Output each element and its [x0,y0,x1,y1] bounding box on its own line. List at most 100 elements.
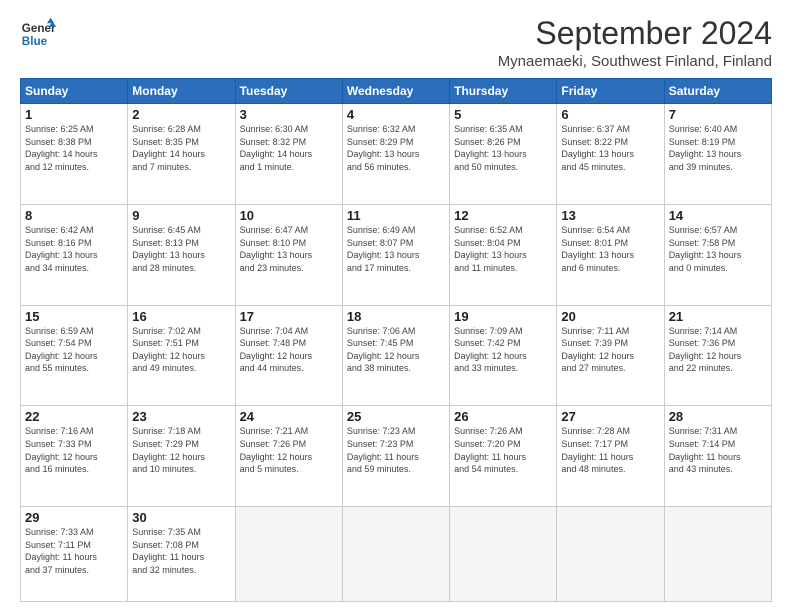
table-row: 19Sunrise: 7:09 AM Sunset: 7:42 PM Dayli… [450,305,557,406]
svg-text:Blue: Blue [22,35,48,48]
day-info: Sunrise: 7:23 AM Sunset: 7:23 PM Dayligh… [347,425,445,475]
day-number: 26 [454,409,552,424]
day-info: Sunrise: 7:09 AM Sunset: 7:42 PM Dayligh… [454,325,552,375]
day-number: 21 [669,309,767,324]
day-info: Sunrise: 6:25 AM Sunset: 8:38 PM Dayligh… [25,123,123,173]
day-info: Sunrise: 6:30 AM Sunset: 8:32 PM Dayligh… [240,123,338,173]
table-row: 13Sunrise: 6:54 AM Sunset: 8:01 PM Dayli… [557,204,664,305]
day-number: 2 [132,107,230,122]
day-number: 15 [25,309,123,324]
logo-icon: General Blue [20,16,56,52]
table-row [450,507,557,602]
day-number: 14 [669,208,767,223]
day-number: 6 [561,107,659,122]
main-title: September 2024 [498,16,772,51]
table-row: 9Sunrise: 6:45 AM Sunset: 8:13 PM Daylig… [128,204,235,305]
day-number: 11 [347,208,445,223]
day-number: 24 [240,409,338,424]
col-thursday: Thursday [450,79,557,104]
day-info: Sunrise: 7:26 AM Sunset: 7:20 PM Dayligh… [454,425,552,475]
col-sunday: Sunday [21,79,128,104]
table-row: 12Sunrise: 6:52 AM Sunset: 8:04 PM Dayli… [450,204,557,305]
table-row: 30Sunrise: 7:35 AM Sunset: 7:08 PM Dayli… [128,507,235,602]
day-info: Sunrise: 7:14 AM Sunset: 7:36 PM Dayligh… [669,325,767,375]
day-info: Sunrise: 6:59 AM Sunset: 7:54 PM Dayligh… [25,325,123,375]
day-number: 29 [25,510,123,525]
day-info: Sunrise: 7:16 AM Sunset: 7:33 PM Dayligh… [25,425,123,475]
table-row: 28Sunrise: 7:31 AM Sunset: 7:14 PM Dayli… [664,406,771,507]
table-row: 3Sunrise: 6:30 AM Sunset: 8:32 PM Daylig… [235,104,342,205]
table-row: 6Sunrise: 6:37 AM Sunset: 8:22 PM Daylig… [557,104,664,205]
table-row: 11Sunrise: 6:49 AM Sunset: 8:07 PM Dayli… [342,204,449,305]
day-number: 13 [561,208,659,223]
day-info: Sunrise: 7:33 AM Sunset: 7:11 PM Dayligh… [25,526,123,576]
day-info: Sunrise: 6:35 AM Sunset: 8:26 PM Dayligh… [454,123,552,173]
day-info: Sunrise: 6:37 AM Sunset: 8:22 PM Dayligh… [561,123,659,173]
day-info: Sunrise: 7:02 AM Sunset: 7:51 PM Dayligh… [132,325,230,375]
day-info: Sunrise: 6:57 AM Sunset: 7:58 PM Dayligh… [669,224,767,274]
table-row: 27Sunrise: 7:28 AM Sunset: 7:17 PM Dayli… [557,406,664,507]
day-info: Sunrise: 6:32 AM Sunset: 8:29 PM Dayligh… [347,123,445,173]
calendar-week-row: 8Sunrise: 6:42 AM Sunset: 8:16 PM Daylig… [21,204,772,305]
day-number: 18 [347,309,445,324]
day-number: 20 [561,309,659,324]
table-row: 17Sunrise: 7:04 AM Sunset: 7:48 PM Dayli… [235,305,342,406]
day-number: 10 [240,208,338,223]
day-number: 25 [347,409,445,424]
day-info: Sunrise: 7:11 AM Sunset: 7:39 PM Dayligh… [561,325,659,375]
day-info: Sunrise: 7:31 AM Sunset: 7:14 PM Dayligh… [669,425,767,475]
table-row [235,507,342,602]
logo: General Blue [20,16,56,52]
table-row: 20Sunrise: 7:11 AM Sunset: 7:39 PM Dayli… [557,305,664,406]
day-info: Sunrise: 6:45 AM Sunset: 8:13 PM Dayligh… [132,224,230,274]
day-number: 23 [132,409,230,424]
day-info: Sunrise: 7:21 AM Sunset: 7:26 PM Dayligh… [240,425,338,475]
table-row: 16Sunrise: 7:02 AM Sunset: 7:51 PM Dayli… [128,305,235,406]
calendar-week-row: 29Sunrise: 7:33 AM Sunset: 7:11 PM Dayli… [21,507,772,602]
col-wednesday: Wednesday [342,79,449,104]
col-monday: Monday [128,79,235,104]
day-info: Sunrise: 6:54 AM Sunset: 8:01 PM Dayligh… [561,224,659,274]
day-number: 5 [454,107,552,122]
table-row [664,507,771,602]
table-row: 26Sunrise: 7:26 AM Sunset: 7:20 PM Dayli… [450,406,557,507]
col-saturday: Saturday [664,79,771,104]
day-info: Sunrise: 6:47 AM Sunset: 8:10 PM Dayligh… [240,224,338,274]
day-info: Sunrise: 7:06 AM Sunset: 7:45 PM Dayligh… [347,325,445,375]
table-row: 4Sunrise: 6:32 AM Sunset: 8:29 PM Daylig… [342,104,449,205]
table-row: 2Sunrise: 6:28 AM Sunset: 8:35 PM Daylig… [128,104,235,205]
table-row: 10Sunrise: 6:47 AM Sunset: 8:10 PM Dayli… [235,204,342,305]
calendar-week-row: 22Sunrise: 7:16 AM Sunset: 7:33 PM Dayli… [21,406,772,507]
table-row: 5Sunrise: 6:35 AM Sunset: 8:26 PM Daylig… [450,104,557,205]
subtitle: Mynaemaeki, Southwest Finland, Finland [498,53,772,70]
table-row: 14Sunrise: 6:57 AM Sunset: 7:58 PM Dayli… [664,204,771,305]
day-number: 8 [25,208,123,223]
day-number: 3 [240,107,338,122]
day-number: 28 [669,409,767,424]
day-info: Sunrise: 7:04 AM Sunset: 7:48 PM Dayligh… [240,325,338,375]
day-number: 4 [347,107,445,122]
day-info: Sunrise: 6:42 AM Sunset: 8:16 PM Dayligh… [25,224,123,274]
table-row: 29Sunrise: 7:33 AM Sunset: 7:11 PM Dayli… [21,507,128,602]
day-info: Sunrise: 7:28 AM Sunset: 7:17 PM Dayligh… [561,425,659,475]
day-info: Sunrise: 6:52 AM Sunset: 8:04 PM Dayligh… [454,224,552,274]
title-block: September 2024 Mynaemaeki, Southwest Fin… [498,16,772,70]
day-number: 16 [132,309,230,324]
table-row: 15Sunrise: 6:59 AM Sunset: 7:54 PM Dayli… [21,305,128,406]
day-info: Sunrise: 6:40 AM Sunset: 8:19 PM Dayligh… [669,123,767,173]
table-row: 24Sunrise: 7:21 AM Sunset: 7:26 PM Dayli… [235,406,342,507]
col-tuesday: Tuesday [235,79,342,104]
day-number: 1 [25,107,123,122]
calendar-week-row: 15Sunrise: 6:59 AM Sunset: 7:54 PM Dayli… [21,305,772,406]
header: General Blue September 2024 Mynaemaeki, … [20,16,772,70]
table-row [557,507,664,602]
day-number: 30 [132,510,230,525]
table-row: 22Sunrise: 7:16 AM Sunset: 7:33 PM Dayli… [21,406,128,507]
calendar-header-row: Sunday Monday Tuesday Wednesday Thursday… [21,79,772,104]
table-row: 25Sunrise: 7:23 AM Sunset: 7:23 PM Dayli… [342,406,449,507]
table-row: 21Sunrise: 7:14 AM Sunset: 7:36 PM Dayli… [664,305,771,406]
table-row: 8Sunrise: 6:42 AM Sunset: 8:16 PM Daylig… [21,204,128,305]
day-info: Sunrise: 6:49 AM Sunset: 8:07 PM Dayligh… [347,224,445,274]
day-info: Sunrise: 6:28 AM Sunset: 8:35 PM Dayligh… [132,123,230,173]
day-number: 22 [25,409,123,424]
